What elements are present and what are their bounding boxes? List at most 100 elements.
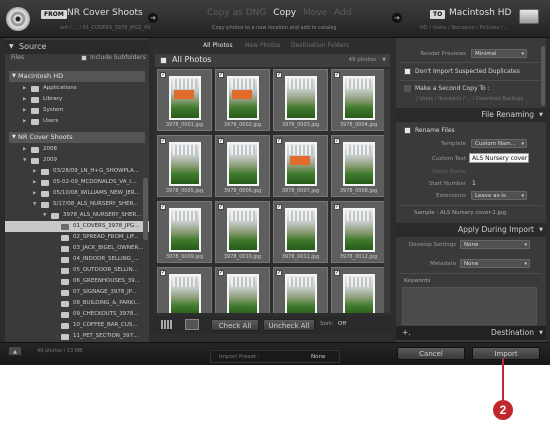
folder-3978-als-nursery[interactable]: ▼ 3978_ALS_NURSERY_SHER... [5, 210, 149, 221]
settings-scrollbar[interactable] [541, 46, 545, 106]
photo-thumbnail[interactable]: ✓ 3978_0007.jpg [273, 135, 328, 197]
folder-system[interactable]: ▶ System [5, 105, 149, 116]
photo-checkbox[interactable]: ✓ [218, 204, 224, 210]
develop-settings-select[interactable]: None [460, 240, 530, 250]
photo-checkbox[interactable]: ✓ [276, 72, 282, 78]
metadata-select[interactable]: None [460, 259, 530, 269]
photo-thumbnail[interactable]: ✓ 3978_0012.jpg [331, 201, 386, 263]
photo-thumbnail[interactable]: ✓ 3978_0001.jpg [157, 69, 212, 131]
import-button[interactable]: Import [472, 347, 540, 360]
folder-als-nursery[interactable]: ▼ 5/17/08_ALS_NURSERY_SHER... [5, 199, 149, 210]
photo-checkbox[interactable]: ✓ [160, 138, 166, 144]
destination-name[interactable]: Macintosh HD [449, 8, 511, 18]
tab-destination-folders[interactable]: Destination Folders [291, 40, 349, 51]
render-previews-select[interactable]: Minimal [471, 49, 527, 59]
template-select[interactable]: Custom Nam... [471, 139, 527, 149]
tab-new-photos[interactable]: New Photos [245, 40, 280, 51]
folder-10-coffee-bar[interactable]: 10_COFFEE_BAR_CUS... [5, 320, 149, 331]
volume-macintosh-hd[interactable]: ▼ Macintosh HD [9, 71, 145, 82]
photo-checkbox[interactable]: ✓ [218, 138, 224, 144]
folder-applications[interactable]: ▶ Applications [5, 83, 149, 94]
photo-checkbox[interactable]: ✓ [160, 72, 166, 78]
folder-09-checkouts[interactable]: 09_CHECKOUTS_3978... [5, 309, 149, 320]
photo-thumbnail[interactable]: ✓ [157, 267, 212, 313]
tab-all-photos[interactable]: All Photos [203, 40, 233, 51]
extensions-select[interactable]: Leave as-is [471, 191, 527, 201]
keywords-field[interactable] [402, 287, 537, 325]
photo-thumbnail[interactable]: ✓ [331, 267, 386, 313]
folder-06-greenhouses[interactable]: 06_GREENHOUSES_39... [5, 276, 149, 287]
grid-view-icon[interactable] [161, 320, 173, 329]
cancel-button[interactable]: Cancel [397, 347, 465, 360]
uncheck-all-button[interactable]: Uncheck All [263, 319, 315, 331]
import-preset-select[interactable]: Import Preset : None [210, 350, 340, 363]
source-disc-icon[interactable] [6, 7, 30, 31]
start-number-field[interactable]: 1 [472, 180, 476, 187]
source-scrollbar[interactable] [143, 178, 148, 240]
photo-checkbox[interactable]: ✓ [334, 204, 340, 210]
folder-2009[interactable]: ▼ 2009 [5, 155, 149, 166]
photo-checkbox[interactable]: ✓ [276, 204, 282, 210]
mode-move[interactable]: Move [303, 8, 327, 18]
folder-08-building-parking[interactable]: 08_BUILDING_&_PARKI... [5, 298, 149, 309]
second-copy-path[interactable]: / Users / lbocascio / ... / Download Bac… [416, 96, 523, 102]
photo-checkbox[interactable]: ✓ [276, 270, 282, 276]
photo-image [285, 208, 317, 252]
loupe-view-icon[interactable] [185, 319, 199, 330]
expand-collapse-icon[interactable]: ▲ [8, 346, 22, 356]
sort-select[interactable]: Off [338, 321, 346, 327]
second-copy-checkbox[interactable] [404, 85, 411, 92]
photo-checkbox[interactable]: ✓ [334, 270, 340, 276]
file-renaming-header[interactable]: File Renaming ▼ [396, 108, 546, 122]
folder-11-pet-section[interactable]: 11_PET_SECTION_397... [5, 331, 149, 342]
folder-mcdonalds[interactable]: ▶ 05-02-09_MCDONALDS_VA_I... [5, 177, 149, 188]
folder-03-jack-bigel[interactable]: 03_JACK_BIGEL_OWNER... [5, 243, 149, 254]
apply-during-import-header[interactable]: Apply During Import ▼ [396, 223, 546, 237]
folder-2008[interactable]: ▶ 2008 [5, 144, 149, 155]
folder-01-covers-selected[interactable]: 01_COVERS_3978_JPG... [5, 221, 149, 232]
folder-users[interactable]: ▶ Users [5, 116, 149, 127]
source-arrow-icon[interactable]: ➔ [148, 13, 158, 23]
photo-checkbox[interactable]: ✓ [334, 72, 340, 78]
photo-thumbnail[interactable]: ✓ 3978_0006.jpg [215, 135, 270, 197]
photo-checkbox[interactable]: ✓ [218, 270, 224, 276]
include-subfolders-checkbox[interactable] [81, 55, 87, 61]
folder-02-spread[interactable]: 02_SPREAD_FROM_LIF... [5, 232, 149, 243]
photo-thumbnail[interactable]: ✓ 3978_0008.jpg [331, 135, 386, 197]
photo-thumbnail[interactable]: ✓ [273, 267, 328, 313]
collapse-triangle-icon[interactable]: ▼ [382, 57, 386, 63]
custom-text-field[interactable]: ALS Nursery cover [469, 153, 529, 163]
folder-04-indoor-selling[interactable]: 04_INDOOR_SELLING_... [5, 254, 149, 265]
photo-thumbnail[interactable]: ✓ 3978_0010.jpg [215, 201, 270, 263]
mode-copy[interactable]: Copy [273, 8, 296, 18]
select-all-checkbox[interactable] [160, 57, 167, 64]
mode-copy-as-dng[interactable]: Copy as DNG [207, 8, 266, 18]
photo-checkbox[interactable]: ✓ [334, 138, 340, 144]
photo-checkbox[interactable]: ✓ [276, 138, 282, 144]
check-all-button[interactable]: Check All [211, 319, 259, 331]
photo-thumbnail[interactable]: ✓ 3978_0003.jpg [273, 69, 328, 131]
photo-thumbnail[interactable]: ✓ 3978_0005.jpg [157, 135, 212, 197]
photo-thumbnail[interactable]: ✓ 3978_0011.jpg [273, 201, 328, 263]
destination-arrow-icon[interactable]: ➔ [392, 13, 402, 23]
photo-checkbox[interactable]: ✓ [218, 72, 224, 78]
photo-thumbnail[interactable]: ✓ 3978_0004.jpg [331, 69, 386, 131]
photo-checkbox[interactable]: ✓ [160, 204, 166, 210]
dont-import-duplicates-checkbox[interactable] [404, 68, 411, 75]
rename-files-checkbox[interactable] [404, 127, 411, 134]
folder-05-outdoor-selling[interactable]: 05_OUTDOOR_SELLIN... [5, 265, 149, 276]
photo-checkbox[interactable]: ✓ [160, 270, 166, 276]
photo-thumbnail[interactable]: ✓ 3978_0002.jpg [215, 69, 270, 131]
volume-nr-cover-shoots[interactable]: ▼ NR Cover Shoots [9, 132, 145, 143]
photo-thumbnail[interactable]: ✓ 3978_0009.jpg [157, 201, 212, 263]
destination-header[interactable]: +. Destination ▼ [396, 326, 546, 340]
photo-thumbnail[interactable]: ✓ [215, 267, 270, 313]
folder-library[interactable]: ▶ Library [5, 94, 149, 105]
grid-scrollbar[interactable] [384, 69, 390, 313]
folder-showplace[interactable]: ▶ 03/28/09_LN_H+G_SHOWPLA... [5, 166, 149, 177]
mode-add[interactable]: Add [334, 8, 351, 18]
folder-07-signage[interactable]: 07_SIGNAGE_3978_JP... [5, 287, 149, 298]
folder-williams[interactable]: ▶ 05/10/08_WILLIAMS_NEW_JER... [5, 188, 149, 199]
source-name[interactable]: NR Cover Shoots [67, 8, 143, 18]
add-destination-button[interactable]: +. [402, 326, 411, 340]
